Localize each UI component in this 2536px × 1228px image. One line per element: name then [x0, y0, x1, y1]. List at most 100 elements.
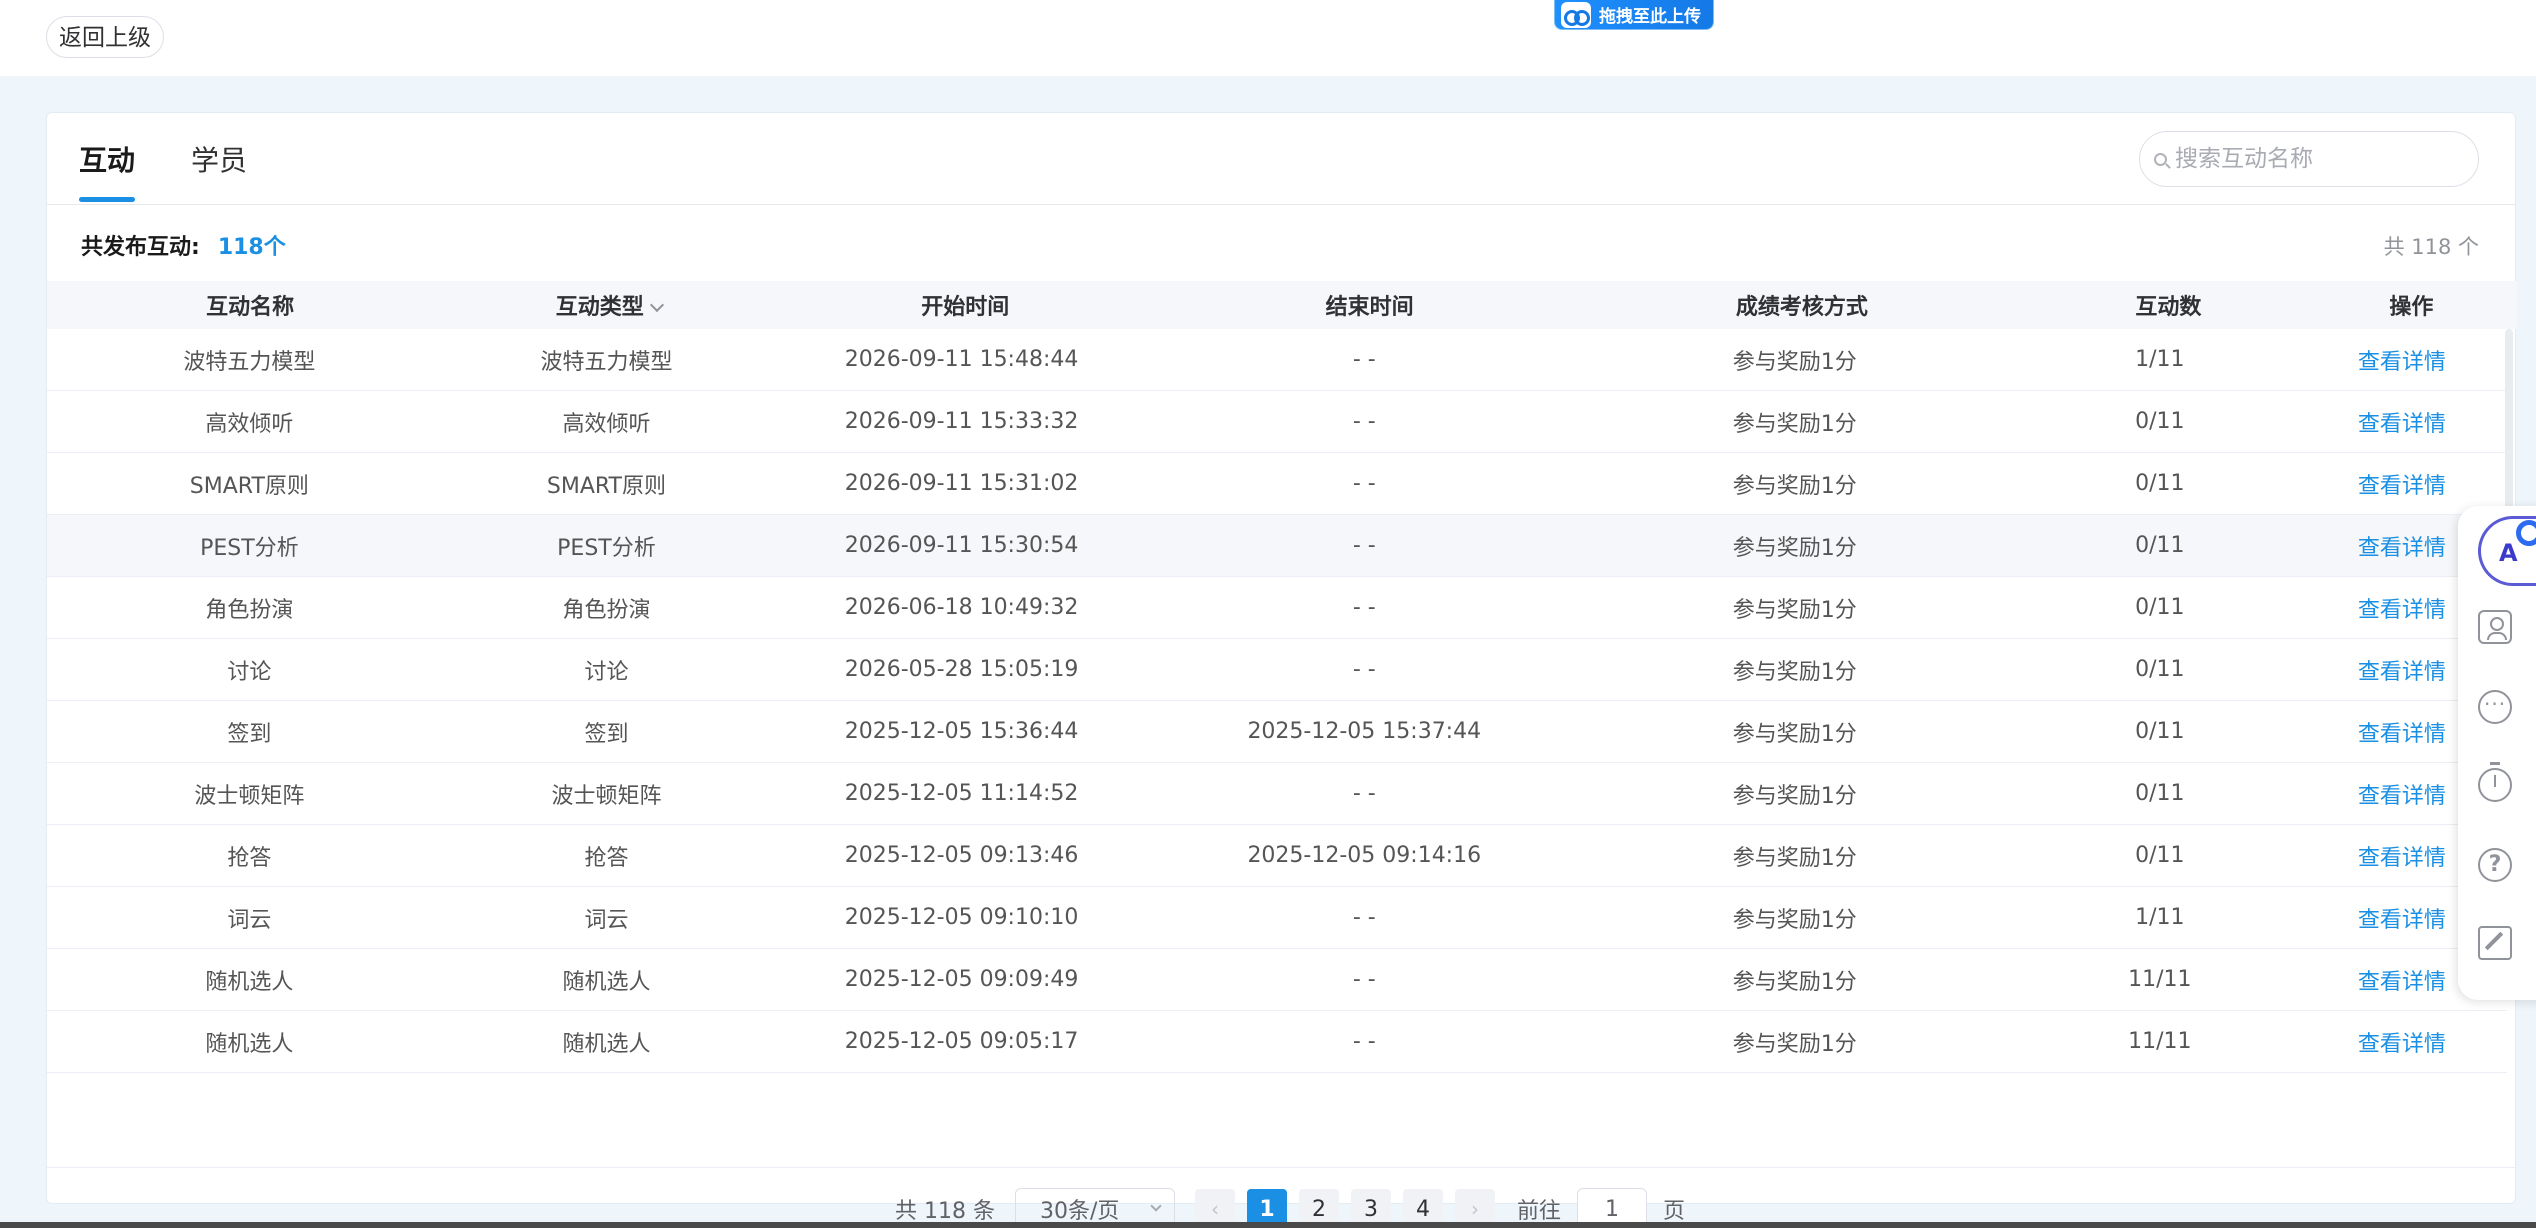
cell-scoring: 参与奖励1分	[1732, 783, 1857, 809]
cell-end-time: - -	[1352, 1029, 1376, 1054]
cell-type: 波士顿矩阵	[551, 783, 662, 809]
cell-scoring: 参与奖励1分	[1732, 349, 1857, 375]
cell-name: 随机选人	[205, 1031, 294, 1057]
table-row[interactable]: SMART原则 SMART原则 2026-09-11 15:31:02 - - 参与奖励…	[47, 453, 2507, 515]
cell-end-time: - -	[1352, 967, 1376, 992]
cell-scoring: 参与奖励1分	[1732, 907, 1857, 933]
cell-scoring: 参与奖励1分	[1732, 721, 1857, 747]
search-icon	[2154, 152, 2167, 166]
table-row[interactable]: PEST分析 PEST分析 2026-09-11 15:30:54 - - 参与奖励1分…	[47, 515, 2507, 577]
active-tab-indicator	[79, 197, 135, 202]
tab-bar: 互动 学员	[47, 113, 2515, 205]
cell-end-time: - -	[1352, 595, 1376, 620]
column-header-name: 互动名称	[206, 295, 295, 320]
cell-end-time: 2025-12-05 15:37:44	[1247, 719, 1482, 744]
chat-bubble-icon[interactable]	[2478, 690, 2512, 724]
timer-icon[interactable]	[2478, 762, 2512, 802]
cell-start-time: 2025-12-05 09:05:17	[844, 1029, 1079, 1054]
page-suffix: 页	[1663, 1199, 1686, 1224]
cell-scoring: 参与奖励1分	[1732, 845, 1857, 871]
table-row[interactable]: 波士顿矩阵 波士顿矩阵 2025-12-05 11:14:52 - - 参与奖励1分 0/…	[47, 763, 2507, 825]
cell-end-time: 2025-12-05 09:14:16	[1247, 843, 1482, 868]
cell-start-time: 2025-12-05 11:14:52	[844, 781, 1079, 806]
table-row[interactable]: 随机选人 随机选人 2025-12-05 09:09:49 - - 参与奖励1分 11/1…	[47, 949, 2507, 1011]
cell-type: SMART原则	[546, 473, 666, 499]
search-box[interactable]	[2139, 131, 2479, 187]
view-details-link[interactable]: 查看详情	[2297, 406, 2507, 438]
table-row[interactable]: 词云 词云 2025-12-05 09:10:10- - 参与奖励1分 1/11 查看详情	[47, 887, 2507, 949]
table-row[interactable]: 波特五力模型 波特五力模型 2026-09-11 15:48:44 - - 参与奖励1分…	[47, 329, 2507, 391]
table-header: 互动名称 互动类型 开始时间 结束时间 成绩考核方式 互动数 操作	[47, 281, 2517, 329]
table-body[interactable]: 波特五力模型 波特五力模型 2026-09-11 15:48:44 - - 参与奖励1分…	[47, 329, 2507, 1167]
upload-icon	[1561, 1, 1591, 28]
profile-card-icon[interactable]	[2478, 610, 2512, 644]
cell-count: 0/11	[2135, 843, 2185, 868]
cell-count: 0/11	[2135, 595, 2185, 620]
help-icon[interactable]: ?	[2478, 848, 2512, 882]
cell-count: 0/11	[2135, 719, 2185, 744]
summary-count: 118个	[217, 235, 286, 260]
cell-scoring: 参与奖励1分	[1732, 597, 1857, 623]
view-details-link[interactable]: 查看详情	[2297, 468, 2507, 500]
table-row[interactable]: 讨论 讨论 2026-05-28 15:05:19- - 参与奖励1分 0/11 查看详情	[47, 639, 2507, 701]
top-bar: 返回上级 拖拽至此上传	[0, 0, 2536, 76]
cell-type: 随机选人	[562, 969, 651, 995]
view-details-link[interactable]: 查看详情	[2297, 1026, 2507, 1058]
cell-name: 高效倾听	[205, 411, 294, 437]
cell-name: PEST分析	[200, 535, 299, 561]
total-count: 共 118 个	[2383, 235, 2479, 259]
chevron-down-icon[interactable]	[649, 297, 664, 313]
table-row[interactable]: 随机选人 随机选人 2025-12-05 09:05:17 - - 参与奖励1分 11/1…	[47, 1011, 2507, 1073]
cell-name: 随机选人	[205, 969, 294, 995]
cell-type: 词云	[584, 907, 629, 933]
column-header-type-label: 互动类型	[555, 295, 644, 320]
cell-count: 11/11	[2128, 1029, 2192, 1054]
tab-interactions[interactable]: 互动	[79, 139, 135, 179]
summary-label: 共发布互动:	[81, 235, 200, 260]
search-input[interactable]	[2175, 146, 2455, 172]
cell-type: 签到	[584, 721, 629, 747]
cell-name: 签到	[227, 721, 272, 747]
cell-count: 11/11	[2128, 967, 2192, 992]
table-row[interactable]: 签到 签到 2025-12-05 15:36:44 2025-12-05 15:37:…	[47, 701, 2507, 763]
cell-count: 1/11	[2135, 905, 2185, 930]
cell-count: 1/11	[2135, 347, 2185, 372]
pagination: 共 118 条 30条/页 ‹ 1 2 3 4 › 前往 页	[47, 1167, 2517, 1228]
upload-label: 拖拽至此上传	[1599, 7, 1701, 27]
table-row[interactable]: 角色扮演 角色扮演 2026-06-18 10:49:32 - - 参与奖励1分 0/11…	[47, 577, 2507, 639]
cell-count: 0/11	[2135, 533, 2185, 558]
table-row[interactable]: 高效倾听 高效倾听 2026-09-11 15:33:32 - - 参与奖励1分 0/11…	[47, 391, 2507, 453]
ai-assistant-label: A	[2499, 539, 2518, 567]
drag-upload-button[interactable]: 拖拽至此上传	[1554, 0, 1714, 30]
cell-name: 角色扮演	[205, 597, 294, 623]
column-header-action: 操作	[2389, 295, 2434, 320]
view-details-link[interactable]: 查看详情	[2297, 344, 2507, 376]
cell-start-time: 2025-12-05 09:13:46	[844, 843, 1079, 868]
cell-end-time: - -	[1352, 905, 1376, 930]
cell-scoring: 参与奖励1分	[1732, 411, 1857, 437]
table-row[interactable]: 抢答 抢答 2025-12-05 09:13:46 2025-12-05 09:14:…	[47, 825, 2507, 887]
cell-name: 波特五力模型	[183, 349, 316, 375]
page-size-value: 30条/页	[1039, 1199, 1120, 1224]
cell-type: 角色扮演	[562, 597, 651, 623]
cell-name: 波士顿矩阵	[194, 783, 305, 809]
cell-scoring: 参与奖励1分	[1732, 535, 1857, 561]
tab-students[interactable]: 学员	[191, 139, 247, 179]
cell-type: 抢答	[584, 845, 629, 871]
cell-start-time: 2025-12-05 09:09:49	[844, 967, 1079, 992]
cell-name: SMART原则	[189, 473, 309, 499]
cell-end-time: - -	[1352, 471, 1376, 496]
edit-icon[interactable]	[2478, 926, 2512, 960]
cell-name: 讨论	[227, 659, 272, 685]
main-card: 互动 学员 共发布互动: 118个 共 118 个 互动名称 互动类型 开始时间 …	[46, 112, 2517, 1228]
column-header-start: 开始时间	[921, 295, 1010, 320]
column-header-type[interactable]: 互动类型	[453, 289, 764, 321]
back-button[interactable]: 返回上级	[46, 16, 164, 58]
column-header-count: 互动数	[2135, 295, 2202, 320]
cell-count: 0/11	[2135, 471, 2185, 496]
window-bottom-edge	[0, 1222, 2536, 1228]
cell-count: 0/11	[2135, 781, 2185, 806]
cell-type: 随机选人	[562, 1031, 651, 1057]
pagination-total: 共 118 条	[895, 1199, 995, 1224]
cell-name: 抢答	[227, 845, 272, 871]
